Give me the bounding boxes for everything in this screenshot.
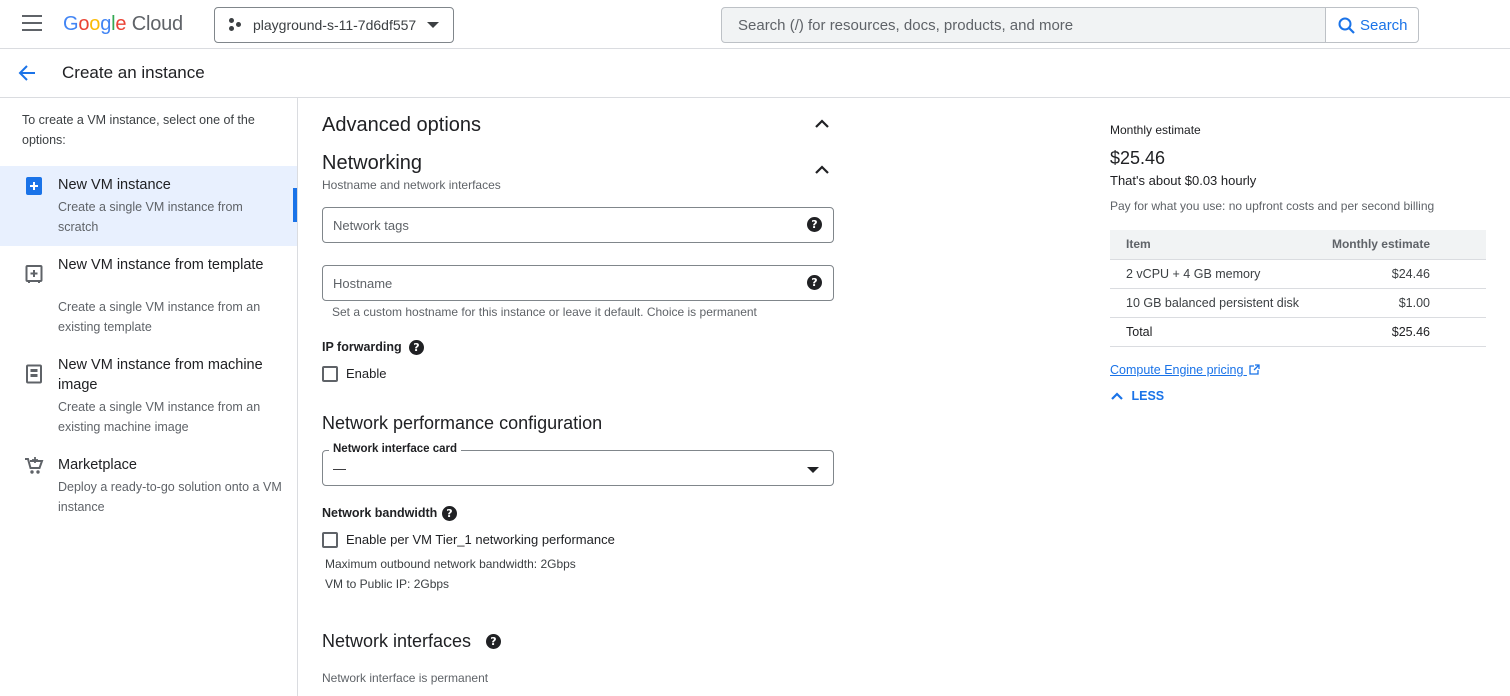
google-cloud-logo[interactable]: Google Cloud bbox=[63, 13, 183, 36]
vm-to-public-ip-bandwidth: VM to Public IP: 2Gbps bbox=[325, 577, 450, 591]
page-header: Create an instance bbox=[0, 49, 1510, 98]
column-header: Monthly estimate bbox=[1315, 230, 1486, 260]
table-cell: 2 vCPU + 4 GB memory bbox=[1110, 259, 1316, 289]
help-icon[interactable]: ? bbox=[486, 634, 501, 649]
networking-heading: Networking bbox=[322, 152, 423, 174]
project-name: playground-s-11-7d6df557 bbox=[253, 17, 417, 33]
estimate-price: $25.46 bbox=[1110, 148, 1166, 168]
ip-forwarding-enable-label: Enable bbox=[346, 366, 387, 381]
creation-options-panel: To create a VM instance, select one of t… bbox=[0, 98, 298, 696]
hostname-placeholder: Hostname bbox=[333, 276, 393, 291]
back-arrow-icon[interactable] bbox=[16, 62, 38, 84]
table-cell: $24.46 bbox=[1315, 259, 1486, 289]
option-new-vm-instance[interactable]: New VM instance Create a single VM insta… bbox=[0, 166, 297, 246]
chevron-up-icon bbox=[1111, 392, 1123, 400]
cart-icon bbox=[25, 457, 44, 474]
hostname-field[interactable]: Hostname ? bbox=[322, 265, 834, 301]
top-bar: Google Cloud playground-s-11-7d6df557 Se… bbox=[0, 0, 1510, 49]
ip-forwarding-checkbox[interactable] bbox=[322, 366, 338, 382]
help-icon[interactable]: ? bbox=[807, 217, 822, 232]
help-icon[interactable]: ? bbox=[442, 506, 457, 521]
dropdown-caret-icon bbox=[427, 22, 439, 28]
add-box-icon bbox=[26, 177, 42, 195]
table-cell: Total bbox=[1110, 317, 1316, 347]
search-icon bbox=[1338, 17, 1355, 34]
selected-indicator bbox=[293, 188, 297, 222]
estimate-hourly: That's about $0.03 hourly bbox=[1110, 173, 1257, 188]
network-interfaces-heading: Network interfaces bbox=[322, 631, 472, 651]
network-performance-heading: Network performance configuration bbox=[322, 413, 603, 433]
table-cell: $25.46 bbox=[1315, 317, 1486, 347]
collapse-advanced-chevron-icon[interactable] bbox=[814, 118, 830, 130]
ip-forwarding-label: IP forwarding bbox=[322, 340, 402, 354]
max-outbound-bandwidth: Maximum outbound network bandwidth: 2Gbp… bbox=[325, 557, 576, 571]
estimate-note: Pay for what you use: no upfront costs a… bbox=[1110, 199, 1435, 213]
collapse-networking-chevron-icon[interactable] bbox=[814, 164, 830, 176]
network-interface-note: Network interface is permanent bbox=[322, 671, 489, 685]
search-button[interactable]: Search bbox=[1325, 7, 1419, 43]
options-intro: To create a VM instance, select one of t… bbox=[22, 113, 255, 147]
option-new-vm-from-template[interactable]: New VM instance from template Create a s… bbox=[0, 246, 297, 346]
estimate-table: Item Monthly estimate 2 vCPU + 4 GB memo… bbox=[1110, 230, 1486, 347]
option-marketplace[interactable]: Marketplace Deploy a ready-to-go solutio… bbox=[0, 446, 297, 526]
dropdown-caret-icon bbox=[807, 467, 819, 473]
external-link-icon bbox=[1249, 364, 1260, 375]
option-new-vm-from-machine-image[interactable]: New VM instance from machine image Creat… bbox=[0, 346, 297, 446]
search-box[interactable] bbox=[721, 7, 1326, 43]
pricing-link[interactable]: Compute Engine pricing bbox=[1110, 363, 1260, 377]
estimate-title: Monthly estimate bbox=[1110, 123, 1201, 137]
help-icon[interactable]: ? bbox=[807, 275, 822, 290]
network-interface-card-value: — bbox=[333, 461, 346, 476]
table-row: 2 vCPU + 4 GB memory $24.46 bbox=[1110, 259, 1486, 289]
hostname-hint: Set a custom hostname for this instance … bbox=[332, 305, 757, 319]
less-toggle-button[interactable]: LESS bbox=[1110, 389, 1164, 403]
advanced-options-heading: Advanced options bbox=[322, 114, 482, 136]
network-interface-card-label: Network interface card bbox=[329, 443, 461, 455]
table-header-row: Item Monthly estimate bbox=[1110, 230, 1486, 260]
tier1-checkbox[interactable] bbox=[322, 532, 338, 548]
template-icon bbox=[25, 265, 43, 283]
page-title: Create an instance bbox=[62, 63, 205, 82]
project-selector[interactable]: playground-s-11-7d6df557 bbox=[214, 7, 454, 43]
table-row: 10 GB balanced persistent disk $1.00 bbox=[1110, 288, 1486, 318]
total-row: Total $25.46 bbox=[1110, 317, 1486, 347]
search-input[interactable] bbox=[722, 8, 1325, 42]
network-bandwidth-label: Network bandwidth bbox=[322, 506, 438, 520]
table-cell: 10 GB balanced persistent disk bbox=[1110, 288, 1316, 318]
help-icon[interactable]: ? bbox=[409, 340, 424, 355]
machine-image-icon bbox=[26, 364, 42, 384]
project-icon bbox=[229, 18, 243, 32]
networking-subtitle: Hostname and network interfaces bbox=[322, 178, 501, 192]
column-header: Item bbox=[1110, 230, 1316, 260]
network-interface-card-select[interactable]: Network interface card — bbox=[322, 443, 834, 486]
network-tags-field[interactable]: Network tags ? bbox=[322, 207, 834, 243]
network-tags-placeholder: Network tags bbox=[333, 218, 409, 233]
tier1-label: Enable per VM Tier_1 networking performa… bbox=[346, 532, 615, 547]
main-menu-icon[interactable] bbox=[22, 15, 42, 33]
table-cell: $1.00 bbox=[1315, 288, 1486, 318]
